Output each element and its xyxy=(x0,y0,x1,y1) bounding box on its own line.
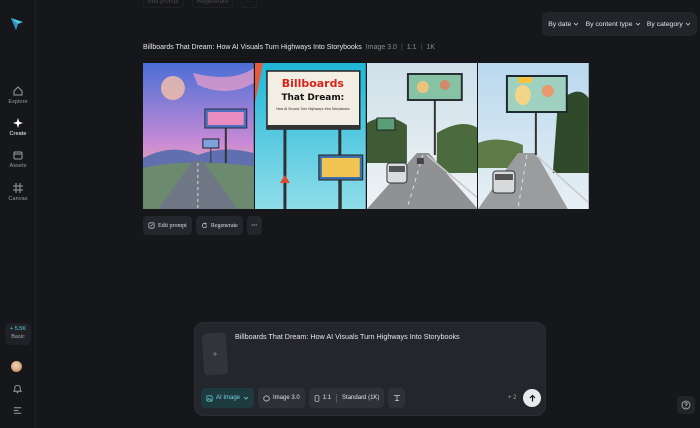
chevron-down-icon xyxy=(243,396,249,400)
left-sidebar: Explore Create Assets Canvas + 5.5K Basi… xyxy=(0,0,36,428)
image-count[interactable]: + 2 xyxy=(508,395,517,401)
ratio-label: 1:1 xyxy=(406,44,417,51)
model-select[interactable]: Image 3.0 xyxy=(258,388,305,408)
refresh-icon xyxy=(201,222,207,229)
credits-badge[interactable]: + 5.5K Basic xyxy=(5,323,31,345)
generated-image-4[interactable] xyxy=(478,63,589,209)
quality-select-label: Standard (1K) xyxy=(342,395,380,401)
help-icon xyxy=(681,400,691,410)
text-format-icon xyxy=(393,395,400,401)
sparkle-icon xyxy=(13,118,23,128)
resolution-label: 1K xyxy=(426,44,435,51)
chevron-down-icon xyxy=(635,22,640,26)
billboard-subline: How AI Visuals Turn Highways Into Storyb… xyxy=(276,107,350,111)
plan-label: Basic xyxy=(11,334,25,340)
previous-actions: Edit prompt Regenerate ··· xyxy=(143,0,258,8)
model-select-label: Image 3.0 xyxy=(273,395,300,401)
mode-label: AI Image xyxy=(216,395,241,401)
bell-icon[interactable] xyxy=(12,383,23,394)
generation-header: Billboards That Dream: How AI Visuals Tu… xyxy=(143,44,435,51)
app-logo-icon[interactable] xyxy=(9,16,25,32)
reference-image-slot[interactable]: + xyxy=(201,332,229,376)
generated-image-2[interactable]: Billboards That Dream: How AI Visuals Tu… xyxy=(254,63,366,209)
separator: | xyxy=(420,44,423,51)
more-icon: ··· xyxy=(251,222,258,229)
faded-regenerate: Regenerate xyxy=(191,0,234,8)
size-select[interactable]: 1:1 Standard (1K) xyxy=(308,388,385,408)
regenerate-label: Regenerate xyxy=(210,222,238,229)
filter-label: By content type xyxy=(585,20,633,28)
filter-bar: By date By content type By category xyxy=(542,12,697,36)
generated-image-3[interactable] xyxy=(366,63,478,209)
image-actions: Edit prompt Regenerate ··· xyxy=(143,216,262,235)
edit-prompt-label: Edit prompt xyxy=(158,222,187,229)
text-settings-button[interactable] xyxy=(388,388,406,408)
filter-by-content-type[interactable]: By content type xyxy=(586,21,641,28)
regenerate-button[interactable]: Regenerate xyxy=(195,216,243,235)
canvas-icon xyxy=(13,183,23,193)
billboard-headline-red: Billboards xyxy=(282,77,345,90)
image-icon xyxy=(206,395,213,401)
generate-button[interactable] xyxy=(523,389,541,407)
nav-assets[interactable]: Assets xyxy=(0,149,36,169)
chevron-down-icon xyxy=(685,22,691,26)
prompt-input[interactable]: Billboards That Dream: How AI Visuals Tu… xyxy=(235,332,460,341)
chevron-down-icon xyxy=(573,22,579,26)
nav-label: Explore xyxy=(8,99,28,105)
nav-label: Canvas xyxy=(8,196,28,202)
home-icon xyxy=(13,86,23,96)
more-options-button[interactable]: ··· xyxy=(246,216,262,235)
ratio-select-label: 1:1 xyxy=(322,395,332,401)
folder-icon xyxy=(13,151,23,160)
ratio-icon xyxy=(314,394,319,402)
billboard-headline-black: That Dream: xyxy=(281,93,344,103)
nav-create[interactable]: Create xyxy=(0,117,36,137)
faded-edit: Edit prompt xyxy=(143,0,184,8)
faded-more: ··· xyxy=(241,0,258,8)
nav-label: Assets xyxy=(9,163,27,169)
filter-label: By category xyxy=(646,20,683,28)
filter-label: By date xyxy=(548,20,572,28)
separator: | xyxy=(400,44,403,51)
nav-explore[interactable]: Explore xyxy=(0,85,36,105)
image-grid: Billboards That Dream: How AI Visuals Tu… xyxy=(143,63,589,209)
plus-icon: + xyxy=(212,348,218,360)
help-button[interactable] xyxy=(677,396,695,414)
filter-by-category[interactable]: By category xyxy=(647,21,691,28)
filter-by-date[interactable]: By date xyxy=(548,21,579,28)
credits-amount: + 5.5K xyxy=(9,326,27,332)
edit-icon xyxy=(148,222,155,229)
arrow-up-icon xyxy=(529,394,535,401)
edit-prompt-button[interactable]: Edit prompt xyxy=(143,216,192,235)
nav-canvas[interactable]: Canvas xyxy=(0,182,36,202)
model-label: Image 3.0 xyxy=(365,44,397,51)
mode-select[interactable]: AI Image xyxy=(201,388,255,408)
nav-label: Create xyxy=(9,131,27,137)
menu-icon[interactable] xyxy=(12,405,23,416)
divider xyxy=(336,393,338,403)
avatar[interactable] xyxy=(11,361,22,372)
composer-toolbar: AI Image Image 3.0 1:1 Standard (1K) xyxy=(201,388,406,408)
generation-title: Billboards That Dream: How AI Visuals Tu… xyxy=(143,44,362,51)
generated-image-1[interactable] xyxy=(143,63,254,209)
model-icon xyxy=(263,394,270,402)
prompt-composer: + Billboards That Dream: How AI Visuals … xyxy=(194,322,546,416)
